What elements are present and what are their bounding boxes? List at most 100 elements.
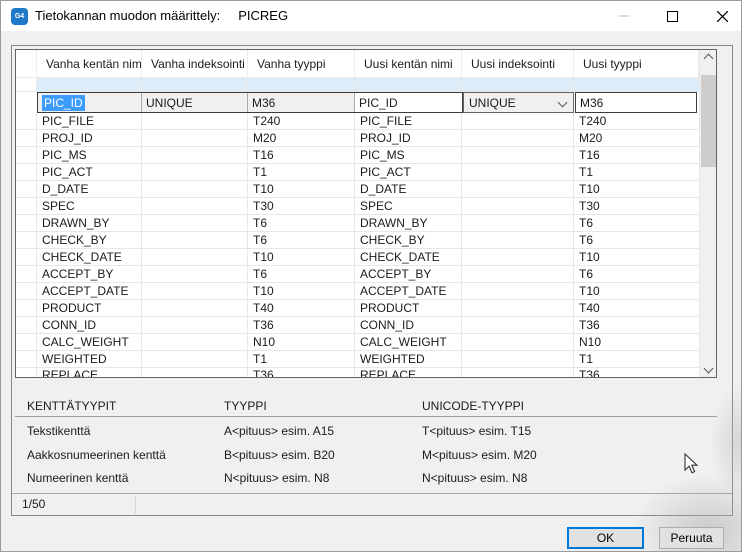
- cell-new-name[interactable]: ACCEPT_BY: [355, 266, 462, 283]
- cell-old-name[interactable]: SPEC: [37, 198, 142, 215]
- cell-old-name[interactable]: PIC_MS: [37, 147, 142, 164]
- table-row[interactable]: PIC_FILE T240 PIC_FILE T240: [16, 113, 699, 130]
- cell-old-index[interactable]: [142, 232, 248, 249]
- col-header-new-name[interactable]: Uusi kentän nimi: [355, 50, 462, 78]
- close-button[interactable]: [705, 1, 739, 31]
- table-row[interactable]: ACCEPT_DATE T10 ACCEPT_DATE T10: [16, 283, 699, 300]
- cell-new-index[interactable]: [462, 334, 574, 351]
- cell-new-name[interactable]: SPEC: [355, 198, 462, 215]
- table-row[interactable]: CALC_WEIGHT N10 CALC_WEIGHT N10: [16, 334, 699, 351]
- table-row[interactable]: PIC_ACT T1 PIC_ACT T1: [16, 164, 699, 181]
- row-header-cell[interactable]: [16, 147, 37, 164]
- cell-old-index[interactable]: [142, 130, 248, 147]
- cell-new-name[interactable]: D_DATE: [355, 181, 462, 198]
- cell-new-type[interactable]: T16: [574, 147, 699, 164]
- cell-new-name[interactable]: PIC_ACT: [355, 164, 462, 181]
- table-row[interactable]: DRAWN_BY T6 DRAWN_BY T6: [16, 215, 699, 232]
- cell-new-index[interactable]: [462, 113, 574, 130]
- cell-old-type[interactable]: T36: [248, 368, 355, 378]
- cell-old-name[interactable]: CHECK_DATE: [37, 249, 142, 266]
- cell-old-type[interactable]: T6: [248, 232, 355, 249]
- row-header-cell[interactable]: [16, 130, 37, 147]
- cell-new-index[interactable]: [462, 147, 574, 164]
- cell-old-type[interactable]: T16: [248, 147, 355, 164]
- cell-old-name[interactable]: ACCEPT_BY: [37, 266, 142, 283]
- cell-old-name[interactable]: WEIGHTED: [37, 351, 142, 368]
- cell-old-type[interactable]: N10: [248, 334, 355, 351]
- cell-old-index[interactable]: [142, 181, 248, 198]
- edit-cell-old-index[interactable]: UNIQUE: [142, 93, 248, 112]
- cell-old-type[interactable]: T6: [248, 215, 355, 232]
- cell-new-name[interactable]: PIC_FILE: [355, 113, 462, 130]
- cell-old-name[interactable]: PRODUCT: [37, 300, 142, 317]
- table-row[interactable]: SPEC T30 SPEC T30: [16, 198, 699, 215]
- table-row[interactable]: CHECK_BY T6 CHECK_BY T6: [16, 232, 699, 249]
- table-row[interactable]: PROJ_ID M20 PROJ_ID M20: [16, 130, 699, 147]
- row-header-cell[interactable]: [16, 266, 37, 283]
- cell-new-type[interactable]: T36: [574, 368, 699, 378]
- cell-old-name[interactable]: PIC_FILE: [37, 113, 142, 130]
- table-row[interactable]: PIC_MS T16 PIC_MS T16: [16, 147, 699, 164]
- row-header-cell[interactable]: [16, 317, 37, 334]
- cell-new-type[interactable]: T30: [574, 198, 699, 215]
- cell-new-index[interactable]: [462, 198, 574, 215]
- cell-old-index[interactable]: [142, 334, 248, 351]
- cell-old-name[interactable]: REPLACE: [37, 368, 142, 378]
- cell-old-index[interactable]: [142, 300, 248, 317]
- cell-old-name[interactable]: PIC_ACT: [37, 164, 142, 181]
- cell-old-index[interactable]: [142, 351, 248, 368]
- row-header-cell[interactable]: [16, 368, 37, 378]
- cell-old-index[interactable]: [142, 266, 248, 283]
- cell-old-index[interactable]: [142, 317, 248, 334]
- col-header-old-type[interactable]: Vanha tyyppi: [248, 50, 355, 78]
- scroll-up-button[interactable]: [700, 50, 717, 67]
- insert-row[interactable]: [16, 78, 699, 92]
- cell-new-index[interactable]: [462, 164, 574, 181]
- row-header-cell[interactable]: [16, 334, 37, 351]
- cell-old-type[interactable]: T1: [248, 351, 355, 368]
- cell-old-index[interactable]: [142, 164, 248, 181]
- cell-new-type[interactable]: T6: [574, 266, 699, 283]
- cell-old-index[interactable]: [142, 215, 248, 232]
- cell-new-type[interactable]: T36: [574, 317, 699, 334]
- table-row[interactable]: D_DATE T10 D_DATE T10: [16, 181, 699, 198]
- cell-old-type[interactable]: T10: [248, 249, 355, 266]
- cell-new-type[interactable]: N10: [574, 334, 699, 351]
- cell-new-name[interactable]: PIC_MS: [355, 147, 462, 164]
- row-header-cell[interactable]: [16, 198, 37, 215]
- cell-new-type[interactable]: T6: [574, 215, 699, 232]
- maximize-button[interactable]: [655, 1, 689, 31]
- row-header-cell[interactable]: [16, 232, 37, 249]
- cell-new-name[interactable]: CALC_WEIGHT: [355, 334, 462, 351]
- cell-new-index[interactable]: [462, 130, 574, 147]
- new-index-combobox[interactable]: UNIQUE: [463, 92, 574, 113]
- cell-new-name[interactable]: CONN_ID: [355, 317, 462, 334]
- cell-new-index[interactable]: [462, 368, 574, 378]
- scroll-down-button[interactable]: [700, 360, 717, 377]
- cell-old-name[interactable]: CONN_ID: [37, 317, 142, 334]
- vertical-scrollbar[interactable]: [699, 50, 716, 377]
- cell-old-type[interactable]: T30: [248, 198, 355, 215]
- edit-cell-new-name[interactable]: PIC_ID: [355, 93, 462, 112]
- cell-new-index[interactable]: [462, 300, 574, 317]
- col-header-old-index[interactable]: Vanha indeksointi: [142, 50, 248, 78]
- cell-old-name[interactable]: PROJ_ID: [37, 130, 142, 147]
- cell-old-name[interactable]: ACCEPT_DATE: [37, 283, 142, 300]
- col-header-new-index[interactable]: Uusi indeksointi: [462, 50, 574, 78]
- cell-old-name[interactable]: CHECK_BY: [37, 232, 142, 249]
- edit-cell-old-type[interactable]: M36: [248, 93, 355, 112]
- cell-new-index[interactable]: [462, 351, 574, 368]
- table-row[interactable]: WEIGHTED T1 WEIGHTED T1: [16, 351, 699, 368]
- cell-old-name[interactable]: D_DATE: [37, 181, 142, 198]
- row-header-cell[interactable]: [16, 283, 37, 300]
- cell-new-index[interactable]: [462, 317, 574, 334]
- cell-new-type[interactable]: T1: [574, 164, 699, 181]
- cell-old-type[interactable]: T240: [248, 113, 355, 130]
- cell-old-index[interactable]: [142, 368, 248, 378]
- row-header-cell[interactable]: [16, 249, 37, 266]
- edit-cell-old-name[interactable]: PIC_ID: [38, 93, 142, 112]
- cell-old-index[interactable]: [142, 249, 248, 266]
- cell-old-type[interactable]: M20: [248, 130, 355, 147]
- cell-old-index[interactable]: [142, 113, 248, 130]
- cell-new-type[interactable]: T240: [574, 113, 699, 130]
